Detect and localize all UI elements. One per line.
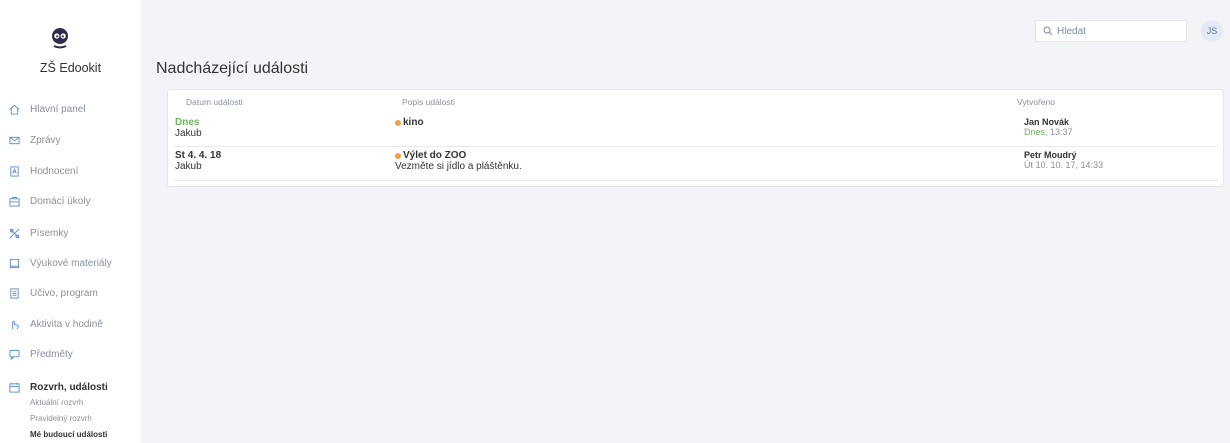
sidebar-subitem-current-schedule[interactable]: Aktuální rozvrh: [30, 398, 83, 407]
sidebar-item-label: Písemky: [30, 227, 69, 239]
sidebar-item-label: Aktivita v hodině: [30, 318, 103, 330]
sidebar-item-label: Předměty: [30, 348, 73, 360]
materials-icon: [9, 258, 20, 269]
column-header-description: Popis události: [402, 97, 455, 107]
table-row[interactable]: Dnes Jakub kino Jan Novák Dnes, 13:37: [174, 114, 1218, 147]
sidebar-item-schedule[interactable]: Rozvrh, události: [9, 378, 108, 396]
envelope-icon: [9, 135, 20, 146]
sidebar-item-activity[interactable]: Aktivita v hodině: [9, 315, 103, 333]
school-name: ZŠ Edookit: [39, 61, 102, 75]
sidebar-item-label: Rozvrh, události: [30, 381, 108, 393]
sidebar-item-tests[interactable]: Písemky: [9, 224, 68, 242]
search-input[interactable]: [1057, 25, 1177, 37]
tests-icon: [9, 228, 20, 239]
event-created: Út 10. 10. 17, 14:33: [1024, 160, 1104, 170]
page-title: Nadcházející události: [156, 60, 309, 77]
event-date: Dnes: [175, 117, 200, 128]
event-dot-icon: [395, 119, 401, 126]
sidebar-item-homework[interactable]: Domácí úkoly: [9, 192, 91, 210]
sidebar-item-messages[interactable]: Zprávy: [9, 131, 61, 149]
sidebar-item-label: Učivo, program: [30, 287, 98, 299]
sidebar: ZŠ Edookit Hlavní panel Zprávy Hodnocení…: [0, 0, 141, 443]
home-icon: [9, 104, 20, 115]
event-date: St 4. 4. 18: [175, 150, 222, 161]
sidebar-subitem-my-events[interactable]: Mé budoucí události: [30, 430, 107, 439]
event-description: Vezměte si jídlo a pláštěnku.: [395, 161, 522, 172]
sidebar-item-grades[interactable]: Hodnocení: [9, 162, 78, 180]
search-box[interactable]: [1035, 20, 1187, 42]
sidebar-item-label: Výukové materiály: [30, 257, 112, 269]
hand-icon: [9, 319, 20, 330]
sidebar-item-subjects[interactable]: Předměty: [9, 345, 73, 363]
sidebar-item-label: Zprávy: [30, 134, 61, 146]
sidebar-subitem-regular-schedule[interactable]: Pravidelný rozvrh: [30, 414, 92, 423]
grade-icon: [9, 165, 20, 177]
event-author: Jan Novák: [1024, 117, 1070, 127]
sidebar-item-dashboard[interactable]: Hlavní panel: [9, 100, 86, 118]
table-row[interactable]: St 4. 4. 18 Jakub Výlet do ZOO Vezměte s…: [174, 147, 1218, 181]
school-logo-icon[interactable]: [50, 27, 70, 49]
event-person: Jakub: [175, 128, 202, 139]
sidebar-item-label: Hodnocení: [30, 165, 79, 177]
sidebar-item-label: Hlavní panel: [30, 103, 86, 115]
search-icon: [1043, 26, 1053, 36]
sidebar-item-label: Domácí úkoly: [30, 195, 91, 207]
column-header-created: Vytvořeno: [1017, 97, 1055, 107]
sidebar-item-materials[interactable]: Výukové materiály: [9, 254, 112, 272]
homework-icon: [9, 196, 20, 207]
event-author: Petr Moudrý: [1024, 150, 1077, 160]
avatar[interactable]: JS: [1201, 20, 1223, 42]
event-person: Jakub: [175, 161, 202, 172]
event-created: Dnes, 13:37: [1024, 127, 1073, 137]
sidebar-item-curriculum[interactable]: Učivo, program: [9, 284, 98, 302]
curriculum-icon: [9, 287, 20, 299]
event-title: kino: [403, 117, 424, 128]
column-header-date: Datum události: [186, 97, 243, 107]
event-dot-icon: [395, 152, 401, 159]
event-title: Výlet do ZOO: [403, 150, 467, 161]
subjects-icon: [9, 349, 20, 360]
calendar-icon: [9, 382, 20, 393]
events-table: Datum události Popis události Vytvořeno …: [167, 89, 1224, 187]
